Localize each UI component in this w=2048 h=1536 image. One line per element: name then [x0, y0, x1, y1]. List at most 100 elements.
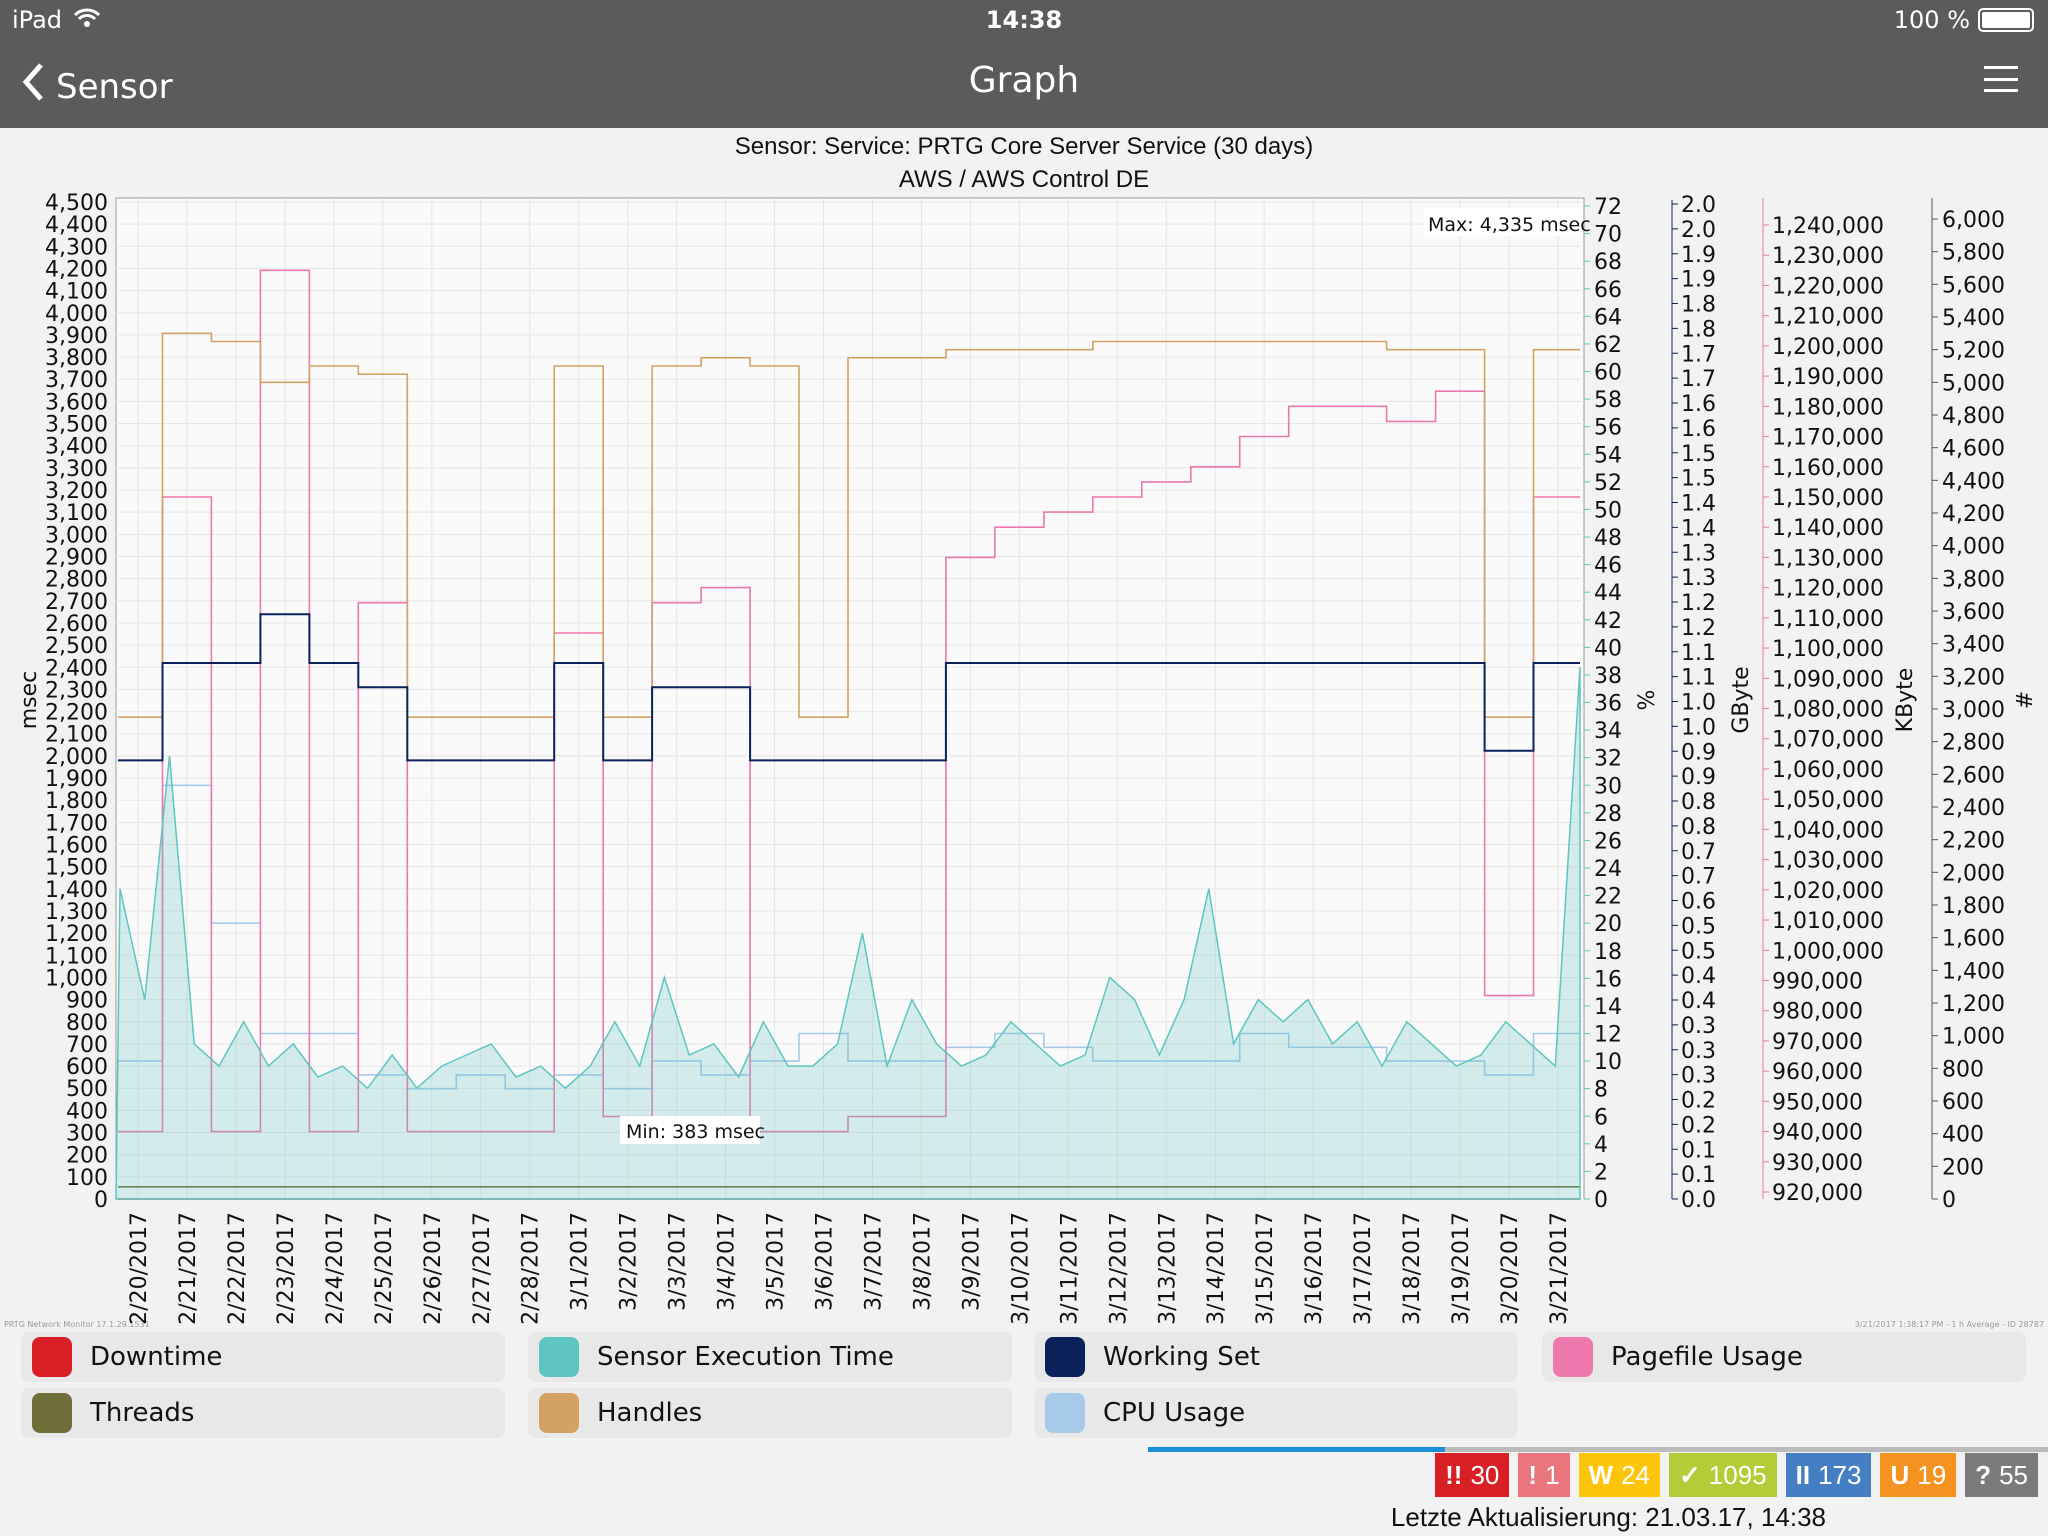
date-tick-label: 3/16/2017: [1302, 1212, 1327, 1325]
gbyte-tick-label: 0.4: [1681, 989, 1716, 1014]
count-tick-label: 200: [1942, 1155, 1984, 1180]
date-tick-label: 3/2/2017: [617, 1212, 642, 1311]
msec-tick-label: 4,000: [45, 302, 108, 327]
percent-tick-label: 58: [1594, 388, 1622, 413]
date-tick-label: 3/18/2017: [1400, 1212, 1425, 1325]
date-tick-label: 3/3/2017: [666, 1212, 691, 1311]
gbyte-tick-label: 0.2: [1681, 1089, 1716, 1114]
sensor-status-badges: !! 30! 1 W 24 ✓ 1095 II 173 U 19? 55: [1435, 1453, 2038, 1497]
gbyte-tick-label: 0.4: [1681, 964, 1716, 989]
percent-tick-label: 12: [1594, 1023, 1622, 1048]
msec-tick-label: 2,300: [45, 678, 108, 703]
legend-item-threads[interactable]: Threads: [21, 1388, 505, 1438]
gbyte-tick-label: 1.9: [1681, 243, 1716, 268]
msec-tick-label: 2,500: [45, 634, 108, 659]
percent-tick-label: 24: [1594, 857, 1622, 882]
count-tick-label: 4,200: [1942, 502, 2005, 527]
msec-tick-label: 3,200: [45, 479, 108, 504]
msec-tick-label: 1,500: [45, 856, 108, 881]
gbyte-tick-label: 1.5: [1681, 467, 1716, 492]
msec-tick-label: 1,300: [45, 900, 108, 925]
kbyte-axis-label: KByte: [1893, 668, 1918, 733]
date-tick-label: 2/21/2017: [176, 1212, 201, 1325]
count-tick-label: 2,800: [1942, 731, 2005, 756]
gbyte-tick-label: 2.0: [1681, 218, 1716, 243]
percent-tick-label: 64: [1594, 305, 1622, 330]
count-tick-label: 1,200: [1942, 992, 2005, 1017]
badge-unusual-icon: U: [1890, 1459, 1910, 1490]
legend-item-working-set[interactable]: Working Set: [1034, 1332, 1518, 1382]
msec-tick-label: 2,700: [45, 590, 108, 615]
kbyte-tick-label: 960,000: [1772, 1060, 1863, 1085]
msec-tick-label: 1,700: [45, 811, 108, 836]
legend-label: Sensor Execution Time: [597, 1342, 894, 1372]
msec-tick-label: 4,300: [45, 235, 108, 260]
msec-axis-label: msec: [17, 671, 42, 730]
badge-paused[interactable]: II 173: [1785, 1453, 1872, 1497]
kbyte-tick-label: 1,170,000: [1772, 426, 1884, 451]
msec-tick-label: 3,500: [45, 413, 108, 438]
kbyte-tick-label: 1,150,000: [1772, 486, 1884, 511]
legend-item-cpu-usage[interactable]: CPU Usage: [1034, 1388, 1518, 1438]
percent-tick-label: 66: [1594, 278, 1622, 303]
legend-item-sensor-execution-time[interactable]: Sensor Execution Time: [528, 1332, 1012, 1382]
count-tick-label: 2,200: [1942, 829, 2005, 854]
top-bar: iPad 14:38 100 % Sensor Graph: [0, 0, 2048, 128]
gbyte-tick-label: 2.0: [1681, 193, 1716, 218]
date-tick-label: 3/15/2017: [1253, 1212, 1278, 1325]
msec-tick-label: 2,100: [45, 723, 108, 748]
percent-tick-label: 28: [1594, 802, 1622, 827]
badge-warning[interactable]: W 24: [1578, 1453, 1660, 1497]
date-tick-label: 2/23/2017: [274, 1212, 299, 1325]
gbyte-tick-label: 0.1: [1681, 1138, 1716, 1163]
gbyte-tick-label: 1.7: [1681, 342, 1716, 367]
badge-down[interactable]: !! 30: [1435, 1453, 1510, 1497]
kbyte-tick-label: 1,070,000: [1772, 728, 1884, 753]
kbyte-tick-label: 1,110,000: [1772, 607, 1884, 632]
msec-tick-label: 4,500: [45, 191, 108, 216]
gbyte-tick-label: 0.5: [1681, 914, 1716, 939]
badge-down-partial[interactable]: ! 1: [1518, 1453, 1570, 1497]
msec-tick-label: 900: [66, 989, 108, 1014]
msec-tick-label: 3,900: [45, 324, 108, 349]
count-tick-label: 5,400: [1942, 306, 2005, 331]
hamburger-menu-icon[interactable]: [1984, 66, 2018, 92]
percent-tick-label: 56: [1594, 416, 1622, 441]
count-tick-label: 800: [1942, 1057, 1984, 1082]
gbyte-tick-label: 0.9: [1681, 740, 1716, 765]
legend-item-pagefile-usage[interactable]: Pagefile Usage: [1542, 1332, 2026, 1382]
percent-tick-label: 20: [1594, 912, 1622, 937]
kbyte-tick-label: 1,080,000: [1772, 698, 1884, 723]
legend-item-downtime[interactable]: Downtime: [21, 1332, 505, 1382]
percent-tick-label: 14: [1594, 995, 1622, 1020]
sensor-graph: 01002003004005006007008009001,0001,1001,…: [17, 191, 2038, 1325]
msec-tick-label: 3,700: [45, 368, 108, 393]
legend-item-handles[interactable]: Handles: [528, 1388, 1012, 1438]
kbyte-tick-label: 970,000: [1772, 1030, 1863, 1055]
badge-unknown[interactable]: ? 55: [1965, 1453, 2038, 1497]
msec-tick-label: 3,100: [45, 501, 108, 526]
msec-tick-label: 4,400: [45, 213, 108, 238]
percent-tick-label: 46: [1594, 554, 1622, 579]
badge-unusual[interactable]: U 19: [1880, 1453, 1957, 1497]
legend-swatch: [1045, 1337, 1085, 1377]
badge-count: 19: [1917, 1459, 1947, 1490]
kbyte-tick-label: 1,240,000: [1772, 214, 1884, 239]
kbyte-tick-label: 1,000,000: [1772, 939, 1884, 964]
badge-count: 1095: [1708, 1459, 1767, 1490]
legend-swatch: [1045, 1393, 1085, 1433]
gbyte-tick-label: 1.7: [1681, 367, 1716, 392]
gbyte-tick-label: 0.3: [1681, 1014, 1716, 1039]
count-tick-label: 5,200: [1942, 339, 2005, 364]
msec-tick-label: 1,000: [45, 966, 108, 991]
percent-tick-label: 44: [1594, 581, 1622, 606]
count-tick-label: 400: [1942, 1123, 1984, 1148]
badge-up-icon: ✓: [1679, 1459, 1701, 1490]
gbyte-tick-label: 0.8: [1681, 790, 1716, 815]
count-axis-label: #: [2013, 691, 2038, 709]
msec-tick-label: 2,400: [45, 656, 108, 681]
kbyte-tick-label: 1,140,000: [1772, 516, 1884, 541]
percent-tick-label: 26: [1594, 829, 1622, 854]
gbyte-tick-label: 1.5: [1681, 442, 1716, 467]
badge-up[interactable]: ✓ 1095: [1669, 1453, 1777, 1497]
